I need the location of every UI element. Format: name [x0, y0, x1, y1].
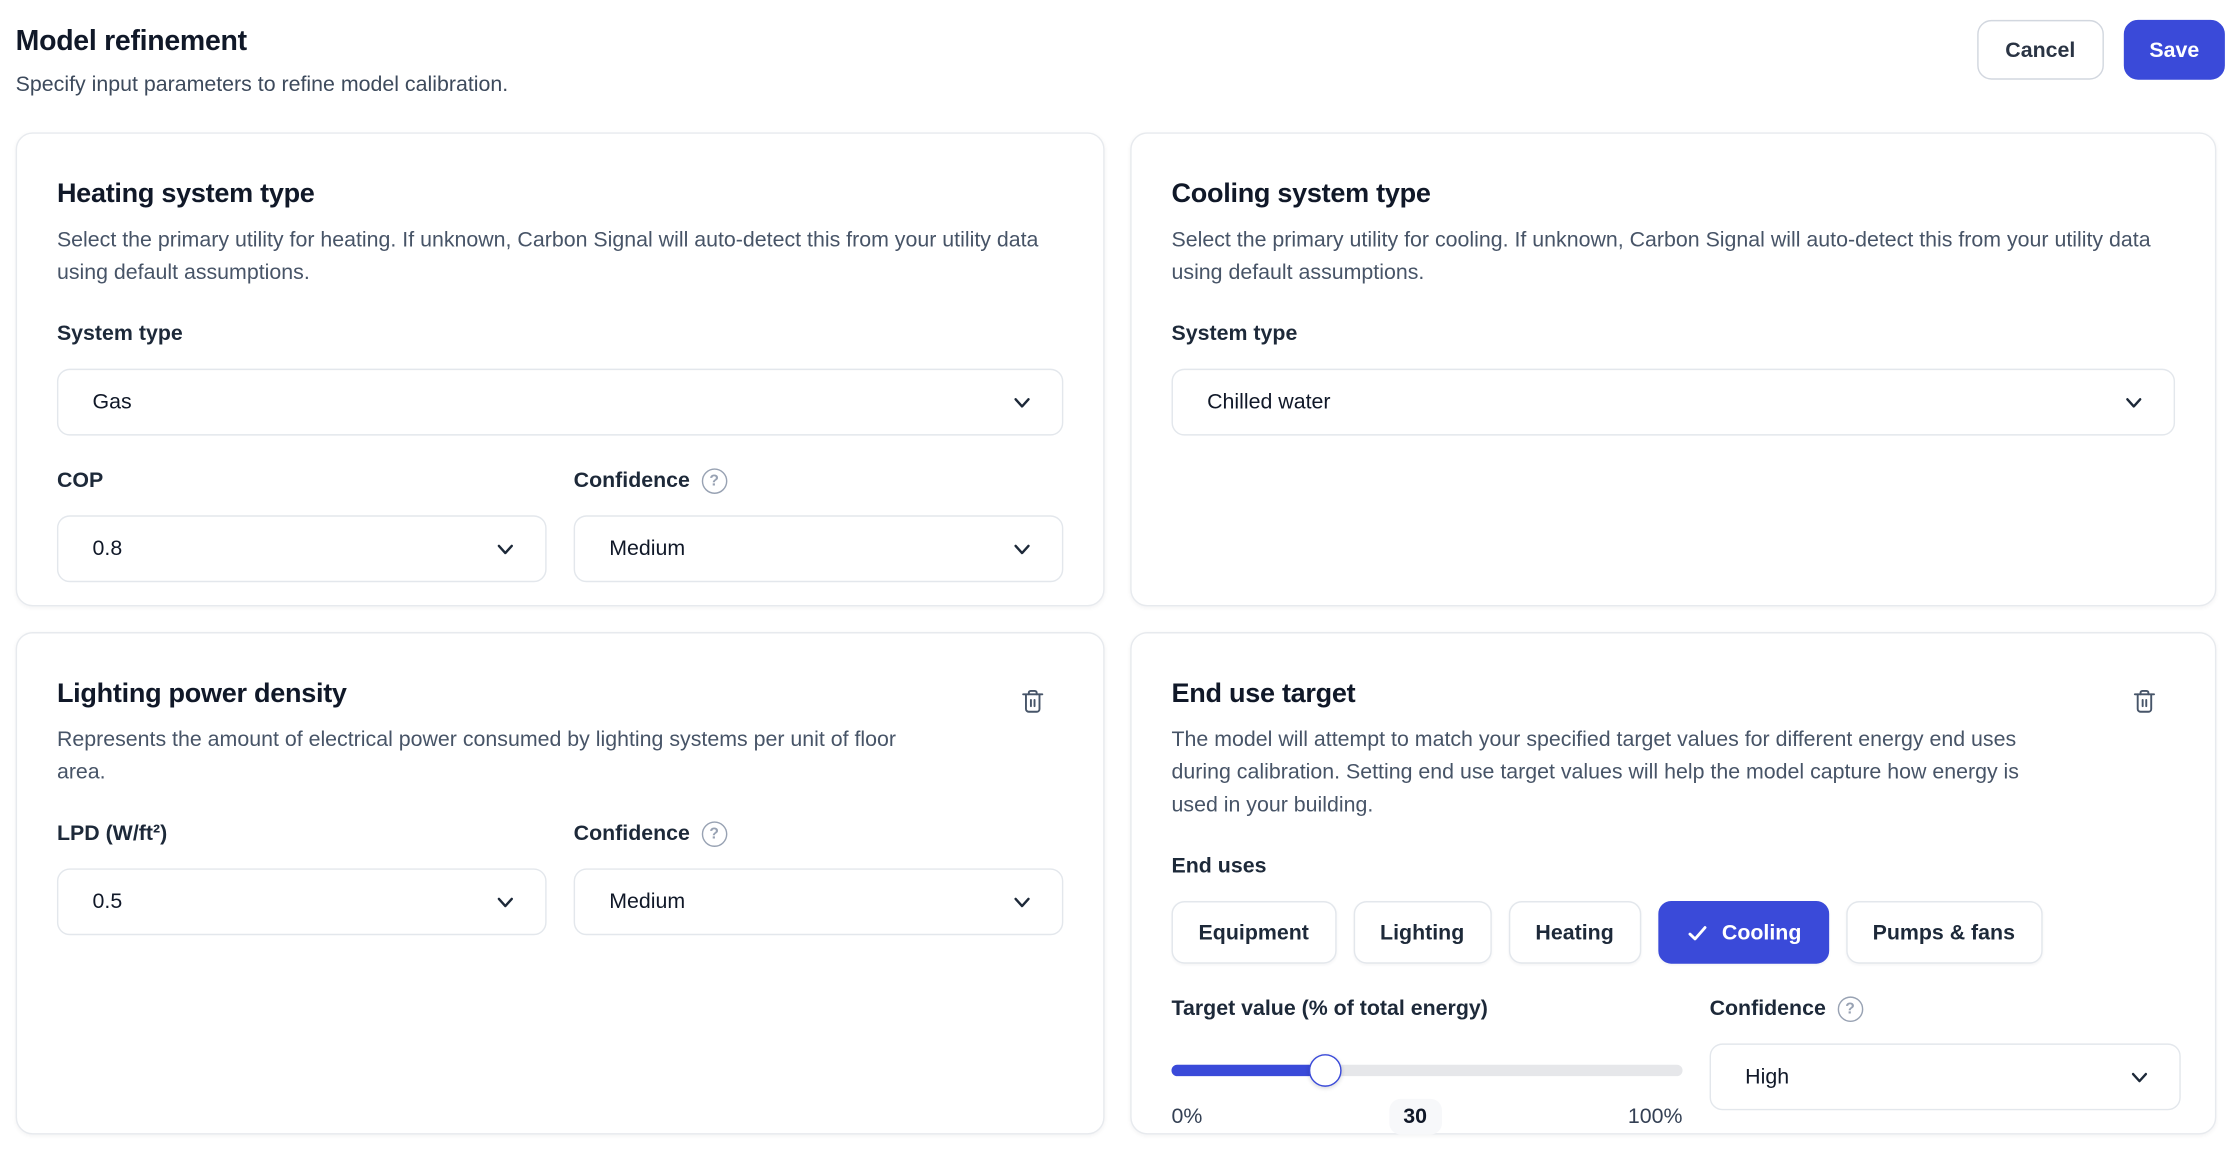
chevron-down-icon [1011, 391, 1034, 414]
chevron-down-icon [494, 537, 517, 560]
page-header: Model refinement Specify input parameter… [0, 0, 2232, 100]
system-type-field: System type Gas [57, 320, 1063, 435]
slider-max-label: 100% [1628, 1105, 1683, 1129]
end-uses-label: End uses [1172, 853, 1267, 881]
chevron-down-icon [2122, 391, 2145, 414]
chevron-down-icon [1011, 537, 1034, 560]
target-value-field: Target value (% of total energy) 0% 30 1… [1172, 995, 1683, 1134]
end-use-chip-heating[interactable]: Heating [1508, 901, 1640, 964]
target-value-label: Target value (% of total energy) [1172, 995, 1488, 1023]
slider-fill [1172, 1064, 1325, 1075]
heating-cop-select[interactable]: 0.8 [57, 515, 547, 582]
cop-label: COP [57, 467, 103, 495]
trash-icon [1019, 688, 1046, 715]
confidence-field: Confidence Medium [574, 467, 1064, 582]
target-value-slider[interactable] [1172, 1053, 1683, 1086]
chevron-down-icon [494, 890, 517, 913]
chevron-down-icon [2128, 1065, 2151, 1088]
card-title: Cooling system type [1172, 178, 2176, 212]
lpd-select[interactable]: 0.5 [57, 868, 547, 935]
lighting-confidence-select[interactable]: Medium [574, 868, 1064, 935]
help-icon[interactable] [701, 821, 727, 847]
end-use-chip-cooling[interactable]: Cooling [1658, 901, 1829, 964]
lpd-confidence-row: LPD (W/ft²) 0.5 Confidence Medium [57, 820, 1063, 935]
confidence-label: Confidence [574, 467, 690, 495]
header-actions: Cancel Save [1977, 20, 2225, 80]
card-description: Represents the amount of electrical powe… [57, 723, 940, 788]
heating-confidence-select[interactable]: Medium [574, 515, 1064, 582]
system-type-label: System type [1172, 320, 1298, 348]
confidence-label: Confidence [574, 820, 690, 848]
help-icon[interactable] [701, 468, 727, 494]
slider-min-label: 0% [1172, 1105, 1203, 1129]
system-type-field: System type Chilled water [1172, 320, 2176, 435]
card-title: Heating system type [57, 178, 1063, 212]
slider-thumb[interactable] [1308, 1053, 1341, 1086]
slider-track[interactable] [1172, 1064, 1683, 1075]
lpd-field: LPD (W/ft²) 0.5 [57, 820, 547, 935]
save-button[interactable]: Save [2124, 20, 2225, 80]
card-title: End use target [1172, 678, 2176, 712]
end-uses-field: End uses Equipment Lighting Heating Cool… [1172, 853, 2176, 964]
cop-field: COP 0.8 [57, 467, 547, 582]
trash-icon [2131, 688, 2158, 715]
system-type-label: System type [57, 320, 183, 348]
lpd-label: LPD (W/ft²) [57, 820, 167, 848]
cards-grid: Heating system type Select the primary u… [0, 132, 2232, 1134]
page-title: Model refinement [16, 24, 2225, 58]
cooling-system-type-select[interactable]: Chilled water [1172, 369, 2176, 436]
end-use-chip-lighting[interactable]: Lighting [1353, 901, 1491, 964]
delete-card-button[interactable] [2128, 685, 2161, 718]
help-icon[interactable] [1837, 996, 1863, 1022]
check-icon [1685, 920, 1709, 944]
target-confidence-row: Target value (% of total energy) 0% 30 1… [1172, 995, 2176, 1134]
end-use-chip-equipment[interactable]: Equipment [1172, 901, 1336, 964]
card-title: Lighting power density [57, 678, 1063, 712]
end-use-chip-pumps-fans[interactable]: Pumps & fans [1846, 901, 2042, 964]
cancel-button[interactable]: Cancel [1977, 20, 2104, 80]
delete-card-button[interactable] [1016, 685, 1049, 718]
end-use-options: Equipment Lighting Heating Cooling Pumps… [1172, 901, 2176, 964]
heating-system-type-select[interactable]: Gas [57, 369, 1063, 436]
confidence-field: Confidence Medium [574, 820, 1064, 935]
lighting-power-density-card: Lighting power density Represents the am… [16, 632, 1105, 1134]
model-refinement-page: Model refinement Specify input parameter… [0, 0, 2232, 1150]
cop-confidence-row: COP 0.8 Confidence Medium [57, 467, 1063, 582]
heating-system-card: Heating system type Select the primary u… [16, 132, 1105, 606]
page-subtitle: Specify input parameters to refine model… [16, 71, 2225, 99]
chevron-down-icon [1011, 890, 1034, 913]
card-description: Select the primary utility for heating. … [57, 223, 1063, 288]
end-use-target-card: End use target The model will attempt to… [1130, 632, 2216, 1134]
slider-labels: 0% 30 100% [1172, 1099, 1683, 1135]
card-description: The model will attempt to match your spe… [1172, 723, 2069, 821]
slider-value-badge: 30 [1389, 1099, 1441, 1135]
card-description: Select the primary utility for cooling. … [1172, 223, 2176, 288]
end-use-confidence-select[interactable]: High [1710, 1043, 2181, 1110]
confidence-label: Confidence [1710, 995, 1826, 1023]
cooling-system-card: Cooling system type Select the primary u… [1130, 132, 2216, 606]
confidence-field: Confidence High [1710, 995, 2181, 1134]
